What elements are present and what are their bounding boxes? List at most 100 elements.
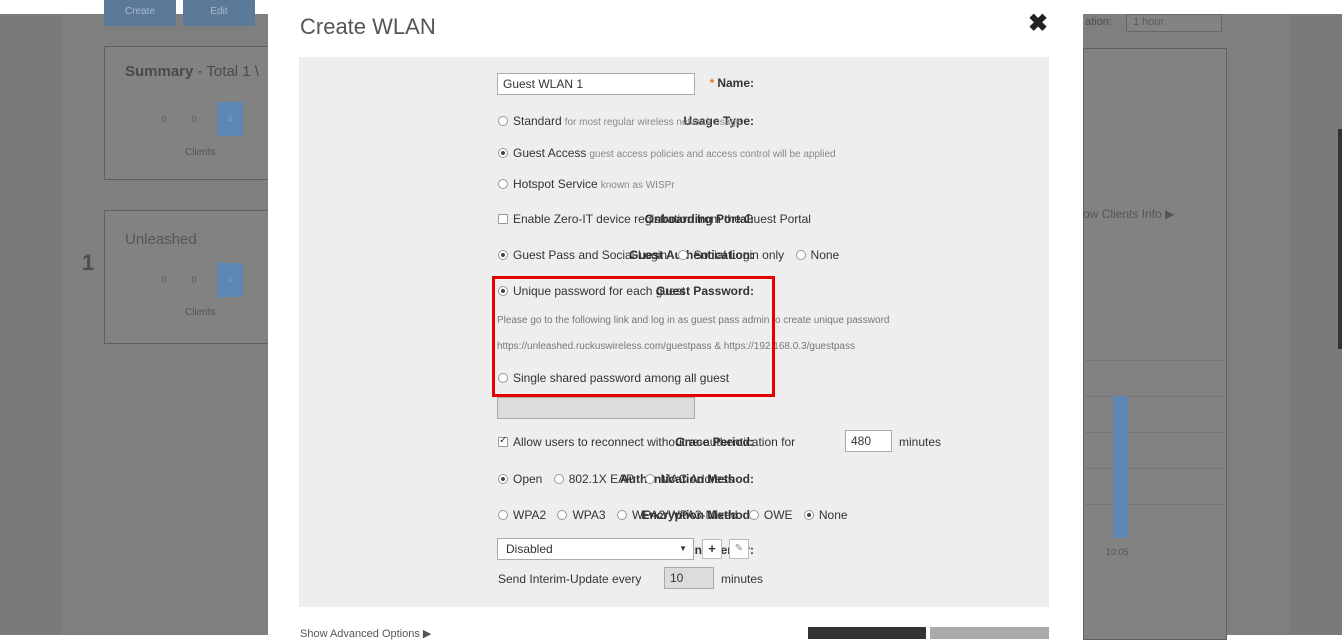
bg-unleashed-title: Unleashed <box>125 231 197 248</box>
encryption-wpa3[interactable]: WPA3 <box>557 508 606 522</box>
encryption-method-options: WPA2 WPA3 WPA2/WPA3-Mixed OWE None <box>498 508 856 522</box>
cancel-button[interactable] <box>930 627 1049 639</box>
accounting-server-select[interactable]: Disabled ▼ <box>497 538 694 560</box>
encryption-wpa2[interactable]: WPA2 <box>498 508 546 522</box>
guest-auth-option-guest-pass[interactable]: Guest Pass and Social Login <box>498 248 667 262</box>
usage-type-hotspot[interactable]: Hotspot Service known as WISPr <box>498 177 675 191</box>
chevron-down-icon: ▼ <box>679 544 687 553</box>
usage-option-label: Standard <box>513 114 562 128</box>
bg-edit-label: Edit <box>210 6 228 17</box>
onboarding-checkbox-label: Enable Zero-IT device registration from … <box>513 212 811 226</box>
plus-icon: + <box>708 541 716 556</box>
shared-password-input[interactable] <box>497 397 695 419</box>
bg-summary-card: Summary - Total 1 \ 0 0 4 Clients <box>104 46 276 180</box>
dialog-title: Create WLAN <box>300 14 436 39</box>
auth-method-option-label: Open <box>513 472 543 486</box>
checkbox-icon <box>498 214 508 224</box>
name-label-text: Name: <box>717 76 754 90</box>
bg-summary-title-bold: Summary <box>125 63 194 80</box>
usage-type-standard[interactable]: Standard for most regular wireless networ… <box>498 114 741 128</box>
encryption-option-label: None <box>818 508 848 522</box>
radio-icon <box>678 250 689 260</box>
create-wlan-dialog: Create WLAN ✖ * Name: Guest WLAN 1 Usage … <box>268 0 1083 640</box>
encryption-owe[interactable]: OWE <box>748 508 793 522</box>
bg-unleashed-card: Unleashed 0 0 4 Clients <box>104 210 276 344</box>
edit-accounting-server-button[interactable]: ✎ <box>729 539 749 559</box>
bg-clients-caption: Clients <box>185 147 216 158</box>
bg-cell: 0 <box>191 114 197 124</box>
guest-auth-option-label: None <box>810 248 840 262</box>
usage-option-label: Hotspot Service <box>513 177 598 191</box>
encryption-wpa2-wpa3-mixed[interactable]: WPA2/WPA3-Mixed <box>616 508 738 522</box>
radio-icon <box>645 474 656 484</box>
bg-clients-info-link: ow Clients Info ▶ <box>1083 207 1175 221</box>
name-input[interactable]: Guest WLAN 1 <box>497 73 695 95</box>
checkbox-checked-icon <box>498 435 508 447</box>
bg-right-card <box>1083 48 1227 640</box>
bg-clients-caption: Clients <box>185 307 216 318</box>
radio-selected-icon <box>498 148 508 158</box>
grace-period-checkbox[interactable]: Allow users to reconnect without re-auth… <box>498 435 795 449</box>
auth-method-8021x[interactable]: 802.1X EAP <box>553 472 634 486</box>
bg-create-button: Create <box>104 0 176 26</box>
bg-duration-label: ation: <box>1085 16 1112 28</box>
encryption-option-label: WPA2 <box>513 508 547 522</box>
page-scrollbar[interactable] <box>1338 129 1342 349</box>
radio-icon <box>557 510 568 520</box>
guest-auth-option-social[interactable]: Social Login only <box>678 248 784 262</box>
bg-gridline <box>1083 432 1225 433</box>
radio-icon <box>498 510 508 520</box>
radio-icon <box>553 474 564 484</box>
close-icon[interactable]: ✖ <box>1028 12 1052 36</box>
auth-method-open[interactable]: Open <box>498 472 542 486</box>
bg-gridline <box>1083 396 1225 397</box>
interim-update-unit: minutes <box>721 572 764 586</box>
usage-option-label: Guest Access <box>513 146 587 160</box>
usage-option-hint: for most regular wireless network usage <box>564 117 742 128</box>
bg-chart-bar <box>1113 396 1128 538</box>
add-accounting-server-button[interactable]: + <box>702 539 722 559</box>
bg-cell: 4 <box>217 263 243 297</box>
bg-cell: 0 <box>161 275 167 285</box>
radio-icon <box>748 510 759 520</box>
interim-update-label: Send Interim-Update every <box>498 572 642 586</box>
ok-button[interactable] <box>808 627 926 639</box>
onboarding-portal-checkbox[interactable]: Enable Zero-IT device registration from … <box>498 212 811 226</box>
guest-auth-option-label: Social Login only <box>693 248 785 262</box>
name-label: * Name: <box>710 76 754 90</box>
bg-gridline <box>1083 360 1225 361</box>
highlight-box <box>492 276 775 397</box>
bg-axis-tick: 10:05 <box>1106 547 1129 557</box>
grace-period-checkbox-label: Allow users to reconnect without re-auth… <box>513 435 796 449</box>
radio-icon <box>795 250 806 260</box>
radio-selected-icon <box>498 250 508 260</box>
encryption-none[interactable]: None <box>803 508 848 522</box>
radio-selected-icon <box>498 474 508 484</box>
bg-gridline <box>1083 468 1225 469</box>
auth-method-mac[interactable]: MAC Address <box>645 472 734 486</box>
bg-duration-value: 1 hour <box>1133 16 1165 28</box>
bg-duration-select: 1 hour <box>1126 14 1222 32</box>
usage-option-hint: known as WISPr <box>600 180 675 191</box>
guest-auth-option-none[interactable]: None <box>795 248 840 262</box>
bg-index: 1 <box>82 250 95 275</box>
bg-cell: 0 <box>161 114 167 124</box>
encryption-option-label: WPA3 <box>572 508 606 522</box>
bg-summary-title: Summary - Total 1 \ <box>125 63 259 80</box>
usage-type-guest-access[interactable]: Guest Access guest access policies and ac… <box>498 146 836 160</box>
bg-create-label: Create <box>124 6 155 17</box>
bg-cell: 0 <box>191 275 197 285</box>
pencil-icon: ✎ <box>734 543 744 554</box>
show-advanced-options-link[interactable]: Show Advanced Options ▶ <box>300 627 431 640</box>
grace-period-unit: minutes <box>899 435 942 449</box>
radio-selected-icon <box>803 510 814 520</box>
bg-right-margin <box>1290 14 1342 635</box>
interim-update-input[interactable]: 10 <box>664 567 714 589</box>
grace-period-minutes-input[interactable]: 480 <box>845 430 892 452</box>
auth-method-option-label: MAC Address <box>660 472 734 486</box>
accounting-server-value: Disabled <box>506 542 553 556</box>
usage-option-hint: guest access policies and access control… <box>589 149 836 160</box>
bg-gridline <box>1083 504 1225 505</box>
radio-icon <box>498 116 508 126</box>
auth-method-options: Open 802.1X EAP MAC Address <box>498 472 742 486</box>
